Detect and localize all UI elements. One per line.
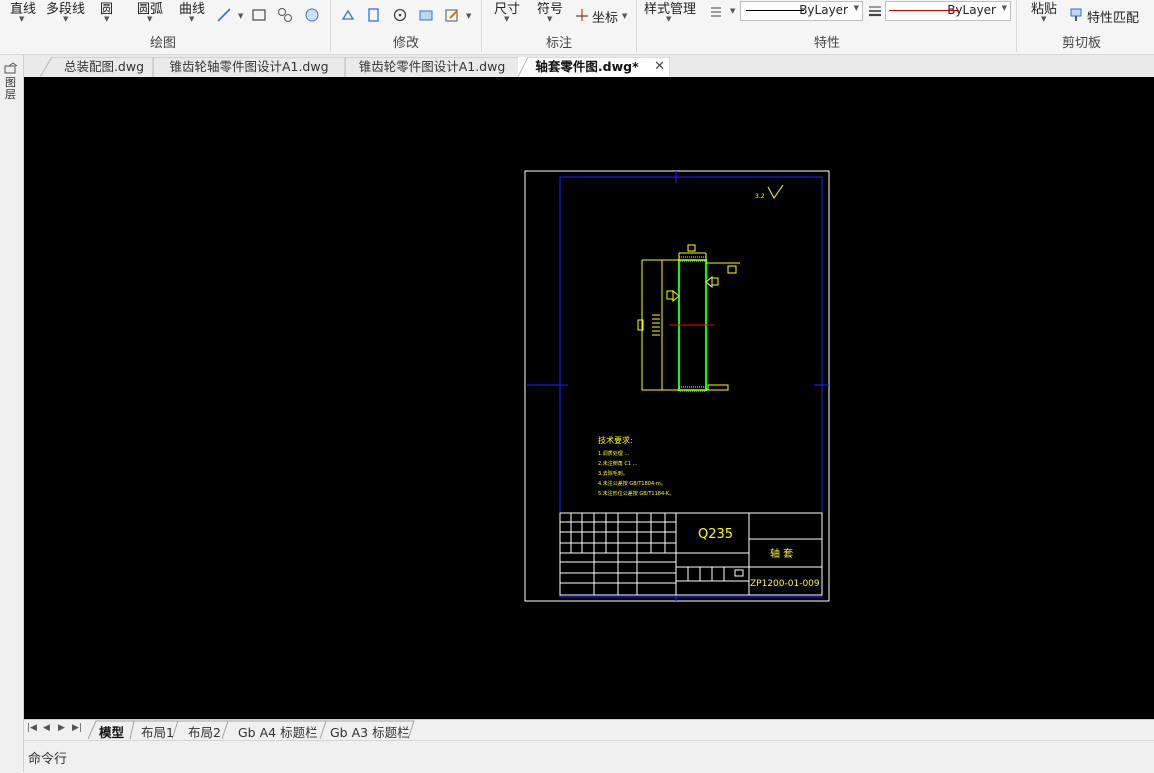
chevron-down-icon[interactable]: ▼ <box>238 12 243 20</box>
group-separator <box>636 0 637 52</box>
chevron-down-icon[interactable]: ▼ <box>147 15 152 23</box>
chevron-down-icon[interactable]: ▼ <box>1041 15 1046 23</box>
file-tab[interactable]: 总装配图.dwg <box>40 57 154 77</box>
file-tab-bar: 总装配图.dwg 锥齿轮轴零件图设计A1.dwg 锥齿轮零件图设计A1.dwg … <box>24 55 1154 77</box>
linetype-select[interactable]: ByLayer ▼ <box>740 1 863 21</box>
group-separator <box>481 0 482 52</box>
draw-group-label: 绘图 <box>150 36 177 51</box>
chevron-down-icon[interactable]: ▼ <box>622 12 627 20</box>
match-properties-button[interactable]: 特性匹配 <box>1087 7 1139 26</box>
first-layout-icon[interactable]: |◀ <box>27 723 37 733</box>
chevron-down-icon: ▼ <box>1001 4 1007 12</box>
move-icon[interactable] <box>340 7 356 23</box>
file-tab[interactable]: 锥齿轮轴零件图设计A1.dwg <box>152 57 346 77</box>
chevron-down-icon[interactable]: ▼ <box>104 15 109 23</box>
layout-tab-gb-a4[interactable]: Gb A4 标题栏 <box>238 722 318 741</box>
lineweight-value: ByLayer <box>947 3 996 17</box>
file-tab[interactable]: 锥齿轮零件图设计A1.dwg <box>344 57 520 77</box>
ribbon: 直线 ▼ 多段线 ▼ 圆 ▼ 圆弧 ▼ 曲线 ▼ ▼ 绘图 ▼ 修改 尺寸 ▼ … <box>0 0 1154 55</box>
left-panel: 图层 <box>0 55 24 772</box>
chevron-down-icon[interactable]: ▼ <box>19 15 24 23</box>
chevron-down-icon[interactable]: ▼ <box>547 15 552 23</box>
part-name-label: 轴 套 <box>770 547 793 560</box>
tech-req-item: 3.去除毛刺。 <box>598 470 628 477</box>
rotate-icon[interactable] <box>392 7 408 23</box>
drawing-number-label: ZP1200-01-009 <box>750 579 820 589</box>
tech-req-item: 1.调质处理 ... <box>598 450 630 457</box>
chevron-down-icon[interactable]: ▼ <box>504 15 509 23</box>
layout-tab-gb-a3[interactable]: Gb A3 标题栏 <box>330 722 410 741</box>
grid-cell <box>734 569 744 577</box>
modify-group-label: 修改 <box>393 36 420 51</box>
datum-box <box>666 290 674 300</box>
lineweight-select[interactable]: ByLayer ▼ <box>885 1 1011 21</box>
tech-req-item: 5.未注形位公差按 GB/T1184-K。 <box>598 490 674 497</box>
roughness-symbol <box>767 184 784 199</box>
properties-group-label: 特性 <box>814 36 841 51</box>
datum-box <box>711 277 719 286</box>
drawing-canvas[interactable]: 3.2 技术要求: 1.调质处理 ... 2.未注倒角 C1 ... 3.去除毛… <box>24 77 1154 719</box>
last-layout-icon[interactable]: ▶| <box>72 723 82 733</box>
datum-box <box>707 384 729 391</box>
command-line-label: 命令行 <box>28 752 68 767</box>
close-icon[interactable]: ✕ <box>654 57 665 77</box>
chevron-down-icon[interactable]: ▼ <box>666 15 671 23</box>
dimension-text-box <box>687 244 696 252</box>
mirror-icon[interactable] <box>418 7 434 23</box>
edit-icon[interactable] <box>444 7 460 23</box>
linetype-value: ByLayer <box>799 3 848 17</box>
layout-tab-layout2[interactable]: 布局2 <box>188 722 221 741</box>
clipboard-group-label: 剪切板 <box>1062 36 1102 51</box>
group-separator <box>1016 0 1017 52</box>
coordinate-icon[interactable] <box>574 7 590 23</box>
surface-roughness-mark: 3.2 <box>755 193 765 200</box>
layout-tab-bar: |◀ ◀ ▶ ▶| 模型 布局1 布局2 Gb A4 标题栏 Gb A3 标题栏 <box>24 719 1154 740</box>
previous-layout-icon[interactable]: ◀ <box>43 723 50 733</box>
copy-icon[interactable] <box>366 7 382 23</box>
file-tab-active[interactable]: 轴套零件图.dwg* ✕ <box>518 57 670 77</box>
chevron-down-icon[interactable]: ▼ <box>63 15 68 23</box>
chevron-down-icon: ▼ <box>853 4 859 12</box>
chevron-down-icon[interactable]: ▼ <box>466 12 471 20</box>
layout-tab-layout1[interactable]: 布局1 <box>141 722 174 741</box>
datum-box <box>727 265 737 274</box>
group-separator <box>330 0 331 52</box>
hatch-icon[interactable] <box>277 7 293 23</box>
layer-icon[interactable] <box>4 62 19 74</box>
material-label: Q235 <box>698 527 733 542</box>
tech-req-title: 技术要求: <box>598 435 633 445</box>
file-tab-label: 锥齿轮零件图设计A1.dwg <box>358 59 506 74</box>
tech-req-item: 4.未注公差按 GB/T1804-m。 <box>598 480 666 487</box>
file-tab-label: 锥齿轮轴零件图设计A1.dwg <box>169 59 329 74</box>
command-line[interactable]: 命令行 <box>24 740 1154 773</box>
list-icon[interactable] <box>709 4 725 20</box>
next-layout-icon[interactable]: ▶ <box>58 723 65 733</box>
tech-req-item: 2.未注倒角 C1 ... <box>598 460 638 467</box>
rectangle-icon[interactable] <box>251 7 267 23</box>
chevron-down-icon[interactable]: ▼ <box>189 15 194 23</box>
region-icon[interactable] <box>304 7 320 23</box>
layer-panel-title[interactable]: 图层 <box>5 77 17 101</box>
coordinate-button[interactable]: 坐标 <box>592 7 618 26</box>
annotate-group-label: 标注 <box>546 36 573 51</box>
match-properties-icon[interactable] <box>1068 7 1084 23</box>
chevron-down-icon[interactable]: ▼ <box>730 7 735 15</box>
construction-line-icon[interactable] <box>216 7 232 23</box>
drawing-svg[interactable]: 3.2 技术要求: 1.调质处理 ... 2.未注倒角 C1 ... 3.去除毛… <box>24 77 1154 719</box>
file-tab-label: 轴套零件图.dwg* <box>535 59 639 74</box>
file-tab-label: 总装配图.dwg <box>63 59 145 74</box>
linetype-preview <box>746 10 804 11</box>
layout-tab-model[interactable]: 模型 <box>99 722 124 741</box>
lineweight-icon <box>869 6 881 17</box>
